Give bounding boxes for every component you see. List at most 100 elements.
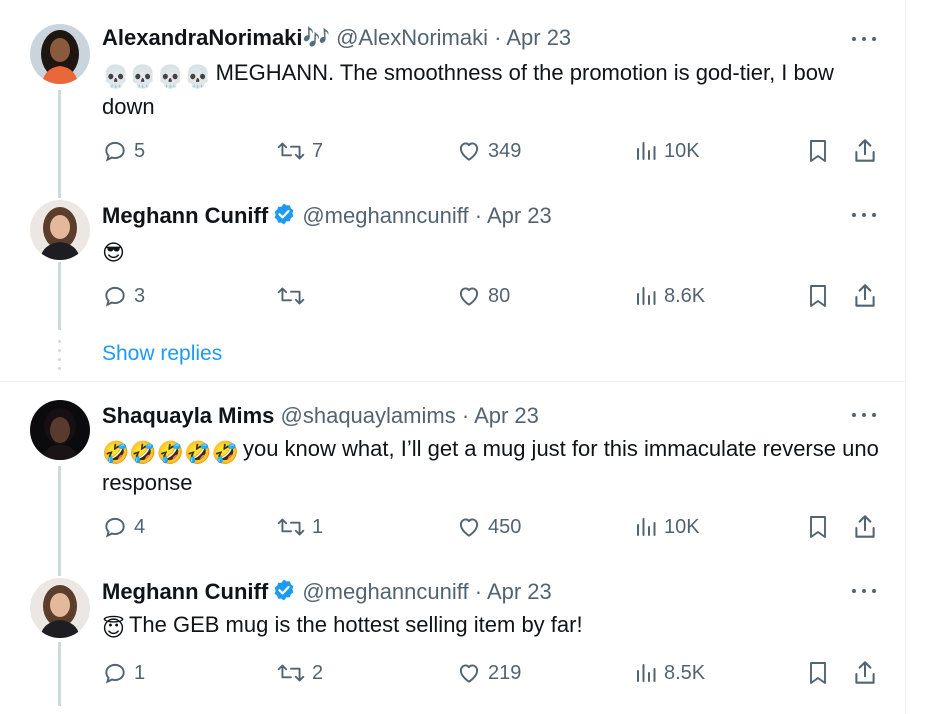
retweet-icon	[277, 664, 305, 682]
avatar[interactable]	[30, 200, 90, 260]
avatar-meghann-image	[30, 578, 90, 638]
reply-button[interactable]: 4	[102, 512, 145, 542]
like-button[interactable]: 450	[456, 512, 521, 542]
retweet-button[interactable]	[276, 281, 312, 311]
avatar[interactable]	[30, 400, 90, 460]
tweet-header: Meghann Cuniff @meghanncuniff · Apr 23	[102, 202, 552, 233]
avatar[interactable]	[30, 24, 90, 84]
sunglasses-emoji: 😎	[102, 240, 125, 265]
user-handle[interactable]: @shaquaylamims	[281, 403, 456, 428]
views-count: 8.6K	[664, 284, 706, 307]
views-button[interactable]: 10K	[634, 136, 700, 166]
thread-line	[58, 466, 61, 572]
show-replies-link[interactable]: Show replies	[102, 342, 222, 366]
tweet-header: Shaquayla Mims @shaquaylamims · Apr 23	[102, 402, 539, 430]
thread-line	[58, 190, 61, 198]
tweet[interactable]: Meghann Cuniff @meghanncuniff · Apr 23 😇…	[0, 572, 906, 714]
like-button[interactable]: 349	[456, 136, 521, 166]
tweet-text-content: The GEB mug is the hottest selling item …	[128, 612, 583, 637]
name-music-emoji: 🎶	[302, 25, 330, 50]
display-name[interactable]: Meghann Cuniff	[102, 579, 268, 604]
tweet-date[interactable]: Apr 23	[506, 25, 571, 50]
views-count: 8.5K	[664, 661, 706, 684]
tweet[interactable]: AlexandraNorimaki🎶 @AlexNorimaki · Apr 2…	[0, 0, 906, 190]
share-icon	[855, 661, 875, 684]
share-button[interactable]	[852, 512, 878, 542]
views-count: 10K	[664, 515, 700, 538]
user-handle[interactable]: @meghanncuniff	[302, 579, 468, 604]
tweet-date[interactable]: Apr 23	[487, 203, 552, 228]
avatar-meghann-image	[30, 200, 90, 260]
reply-icon	[105, 663, 125, 684]
reply-icon	[105, 141, 125, 162]
views-button[interactable]: 8.6K	[634, 281, 705, 311]
tweet-date[interactable]: Apr 23	[474, 403, 539, 428]
display-name[interactable]: AlexandraNorimaki	[102, 25, 303, 50]
tweet-actions: 4 1 450 10K	[102, 512, 882, 542]
share-button[interactable]	[852, 281, 878, 311]
share-button[interactable]	[852, 136, 878, 166]
retweet-button[interactable]: 2	[276, 658, 323, 688]
bookmark-icon	[810, 662, 826, 684]
views-button[interactable]: 8.5K	[634, 658, 705, 688]
tweet-header: Meghann Cuniff @meghanncuniff · Apr 23	[102, 578, 552, 609]
tweet-text: 😎	[102, 234, 892, 268]
thread-line	[58, 642, 61, 706]
retweet-count: 1	[312, 515, 324, 538]
thread-dotted-line	[58, 340, 61, 370]
like-icon	[459, 142, 479, 161]
like-button[interactable]: 219	[456, 658, 521, 688]
like-icon	[459, 664, 479, 683]
user-handle[interactable]: @meghanncuniff	[302, 203, 468, 228]
like-icon	[459, 287, 479, 306]
display-name[interactable]: Meghann Cuniff	[102, 203, 268, 228]
share-button[interactable]	[852, 658, 878, 688]
bookmark-button[interactable]	[806, 658, 830, 688]
separator-dot: ·	[461, 403, 470, 428]
tweet-text: 💀💀💀💀 MEGHANN. The smoothness of the promo…	[102, 58, 892, 122]
like-count: 219	[488, 661, 522, 684]
avatar-alexandra-image	[30, 24, 90, 84]
reply-count: 3	[134, 284, 146, 307]
bookmark-button[interactable]	[806, 281, 830, 311]
reply-count: 1	[134, 661, 146, 684]
tweet-actions: 1 2 219 8.5K	[102, 658, 882, 688]
tweet-date[interactable]: Apr 23	[487, 579, 552, 604]
views-icon	[637, 518, 656, 536]
more-icon[interactable]	[852, 410, 878, 420]
tweet[interactable]: Shaquayla Mims @shaquaylamims · Apr 23 🤣…	[0, 382, 906, 572]
tweet[interactable]: Meghann Cuniff @meghanncuniff · Apr 23 😎…	[0, 190, 906, 330]
retweet-icon	[277, 518, 305, 536]
thread-line	[58, 262, 61, 330]
reply-button[interactable]: 5	[102, 136, 145, 166]
views-button[interactable]: 10K	[634, 512, 700, 542]
retweet-icon	[277, 142, 305, 160]
retweet-button[interactable]: 1	[276, 512, 323, 542]
avatar[interactable]	[30, 578, 90, 638]
bookmark-button[interactable]	[806, 512, 830, 542]
reply-button[interactable]: 1	[102, 658, 145, 688]
more-icon[interactable]	[852, 210, 878, 220]
views-icon	[637, 142, 656, 160]
bookmark-icon	[810, 516, 826, 538]
share-icon	[855, 284, 875, 307]
more-icon[interactable]	[852, 586, 878, 596]
reply-icon	[105, 517, 125, 538]
share-icon	[855, 515, 875, 538]
bookmark-icon	[810, 140, 826, 162]
reply-button[interactable]: 3	[102, 281, 145, 311]
display-name[interactable]: Shaquayla Mims	[102, 403, 274, 428]
more-icon[interactable]	[852, 34, 878, 44]
like-button[interactable]: 80	[456, 281, 510, 311]
user-handle[interactable]: @AlexNorimaki	[336, 25, 488, 50]
views-icon	[637, 287, 656, 305]
retweet-count: 7	[312, 139, 324, 162]
verified-badge-icon	[272, 202, 296, 233]
retweet-button[interactable]: 7	[276, 136, 323, 166]
like-count: 80	[488, 284, 511, 307]
tweet-text-content: MEGHANN. The smoothness of the promotion…	[102, 60, 834, 119]
tweet-actions: 5 7 349 10K	[102, 136, 882, 166]
bookmark-button[interactable]	[806, 136, 830, 166]
separator-dot: ·	[494, 25, 502, 50]
like-icon	[459, 518, 479, 537]
